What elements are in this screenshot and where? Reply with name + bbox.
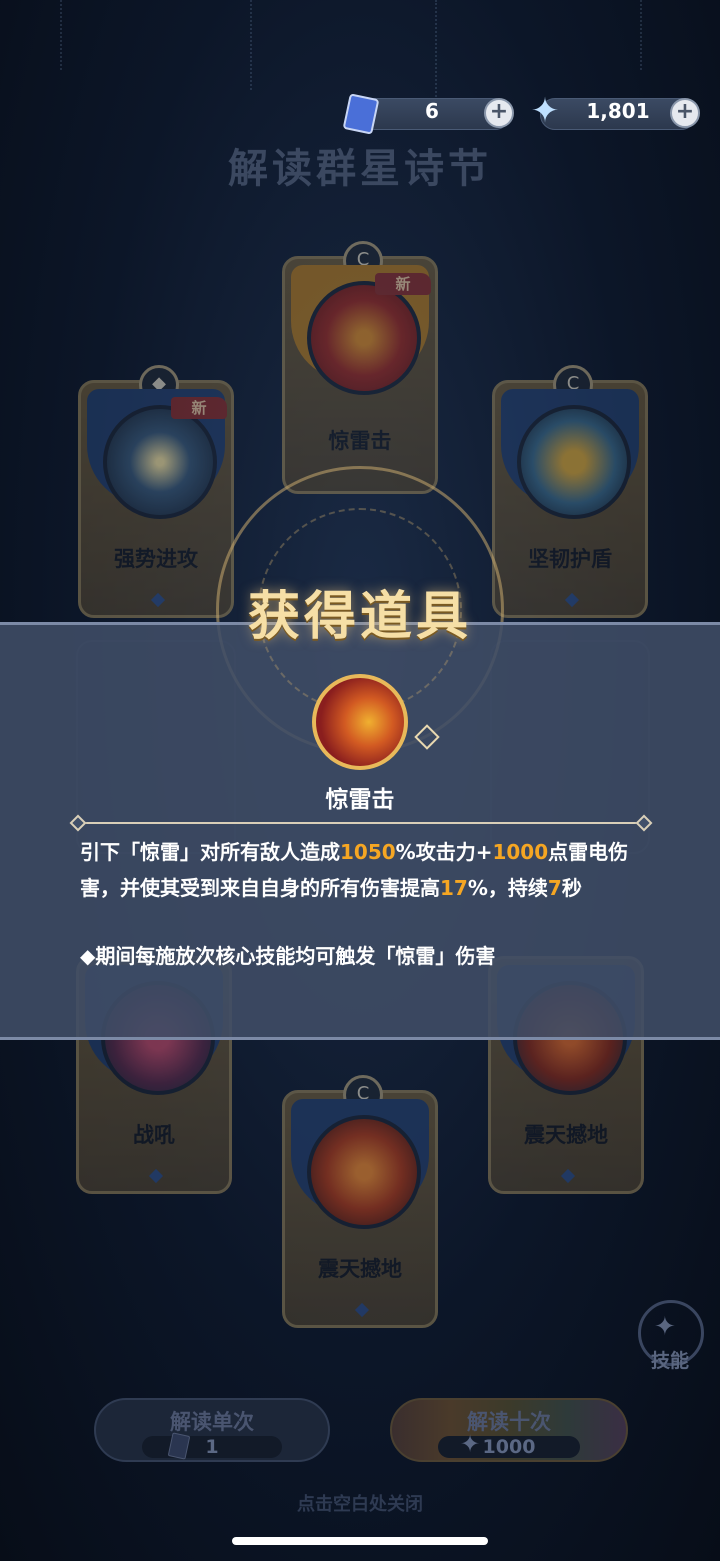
new-tag: 新: [171, 397, 227, 419]
decor-chain: [250, 0, 252, 90]
card-top[interactable]: C 新 惊雷击: [282, 241, 438, 494]
desc-number: 7: [547, 876, 562, 900]
card-bottom[interactable]: C 专属 震天撼地: [282, 1075, 438, 1328]
draw-once-cost: 1: [142, 1436, 282, 1458]
diamond-icon: [560, 1168, 576, 1184]
draw-once-button[interactable]: 解读单次 1: [94, 1398, 330, 1462]
add-tickets-button[interactable]: +: [484, 98, 514, 128]
star-icon: ✦: [460, 1430, 481, 1458]
skill-icon: ✦: [654, 1312, 676, 1342]
ticket-count: 6: [425, 99, 439, 123]
card-orb: [307, 1115, 421, 1229]
item-icon: [312, 674, 408, 770]
star-icon: ✦: [530, 91, 560, 131]
decor-chain: [640, 0, 642, 70]
draw-once-label: 解读单次: [170, 1410, 254, 1434]
card-label: 震天撼地: [318, 1257, 402, 1281]
skill-label: 技能: [650, 1350, 689, 1372]
card-label: 战吼: [133, 1123, 175, 1147]
decor-chain: [435, 0, 437, 100]
item-name: 惊雷击: [325, 787, 395, 813]
item-description: 引下「惊雷」对所有敌人造成1050%攻击力+1000点雷电伤害，并使其受到来自自…: [80, 834, 646, 906]
divider: [76, 822, 642, 824]
diamond-icon: [148, 1168, 164, 1184]
desc-number: 17: [440, 876, 468, 900]
add-stars-button[interactable]: +: [670, 98, 700, 128]
desc-text: 秒: [561, 876, 582, 900]
new-tag: 新: [375, 273, 431, 295]
draw-ten-button[interactable]: 解读十次 1000 ✦: [390, 1398, 628, 1462]
popup-title: 获得道具: [247, 587, 472, 647]
item-note: ◆期间每施放次核心技能均可触发「惊雷」伤害: [80, 944, 496, 968]
desc-number: 1000: [492, 840, 549, 864]
desc-text: %，持续: [467, 876, 548, 900]
card-orb: [103, 405, 217, 519]
diamond-icon: [354, 1302, 370, 1318]
card-label: 震天撼地: [524, 1123, 608, 1147]
card-orb: [307, 281, 421, 395]
page-title: 解读群星诗节: [228, 146, 492, 192]
home-indicator[interactable]: [232, 1537, 488, 1545]
desc-text: 引下「惊雷」对所有敌人造成: [80, 840, 340, 864]
card-label: 强势进攻: [114, 547, 198, 571]
card-label: 惊雷击: [328, 429, 392, 453]
star-count: 1,801: [586, 99, 650, 123]
card-orb: [517, 405, 631, 519]
draw-ten-label: 解读十次: [467, 1410, 551, 1434]
decor-chain: [60, 0, 62, 70]
desc-text: %攻击力+: [395, 840, 493, 864]
diamond-icon: [150, 592, 166, 608]
card-label: 坚韧护盾: [528, 547, 612, 571]
desc-number: 1050: [340, 840, 396, 864]
diamond-icon: [564, 592, 580, 608]
close-hint[interactable]: 点击空白处关闭: [200, 1490, 520, 1516]
